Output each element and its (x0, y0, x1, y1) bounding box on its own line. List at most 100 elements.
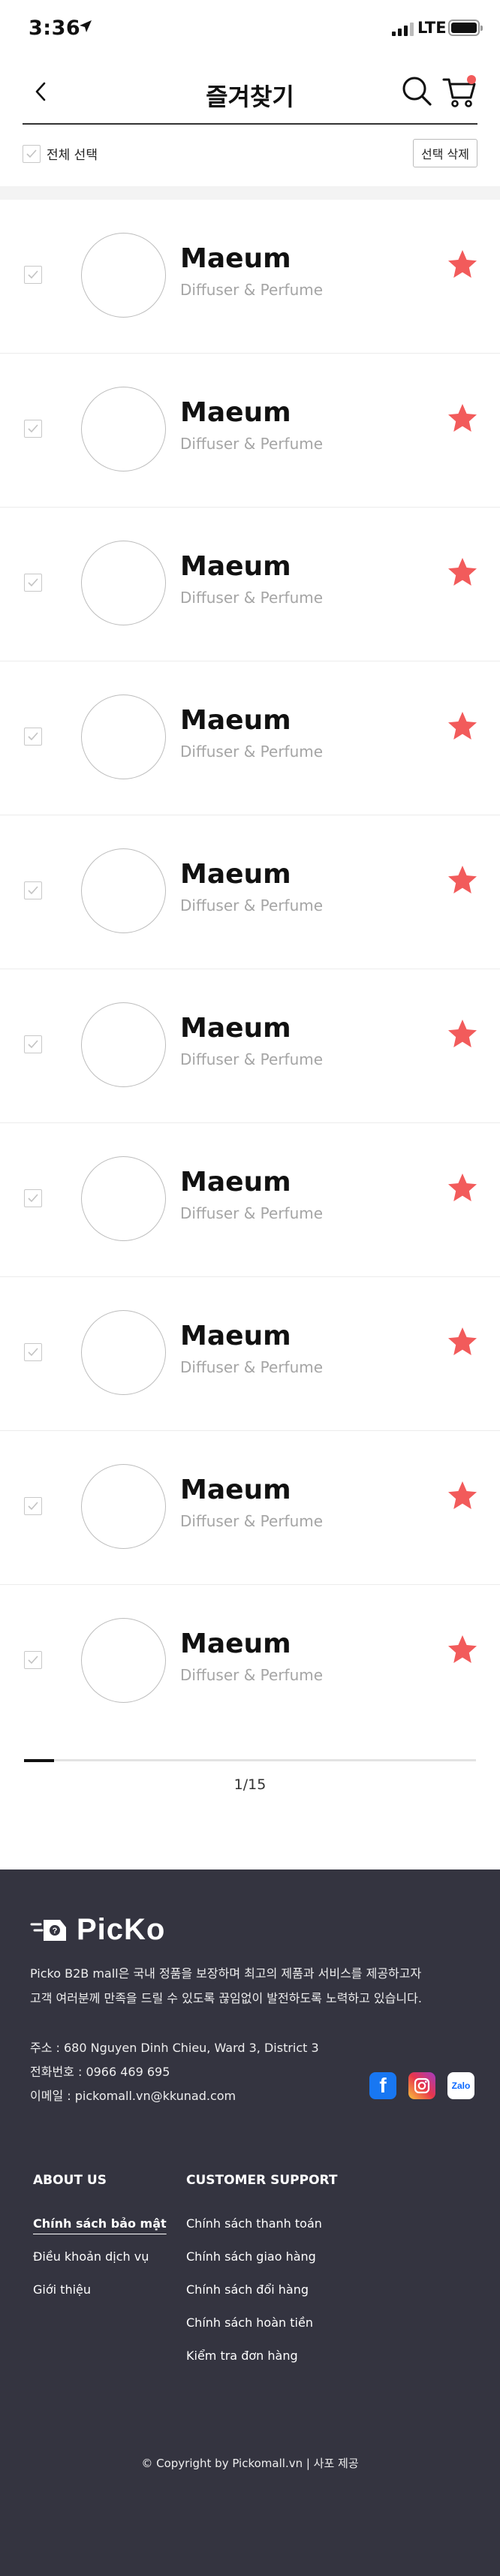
brand-category: Diffuser & Perfume (180, 743, 324, 761)
favorite-star-button[interactable] (446, 1171, 479, 1204)
star-icon (448, 1481, 477, 1509)
cart-button[interactable] (441, 74, 477, 110)
footer-description-line: Picko B2B mall은 국내 정품을 보장하며 최고의 제품과 서비스를… (30, 1966, 422, 1981)
item-checkbox[interactable] (24, 420, 42, 438)
footer-link-refund[interactable]: Chính sách hoàn tiền (186, 2306, 322, 2339)
footer-address: 주소 : 680 Nguyen Dinh Chieu, Ward 3, Dist… (30, 2041, 319, 2055)
list-item[interactable]: Maeum Diffuser & Perfume (0, 969, 500, 1123)
pagination-progress[interactable] (24, 1758, 476, 1762)
brand-logo[interactable] (81, 1464, 166, 1549)
brand-name[interactable]: Maeum (180, 243, 291, 274)
list-item[interactable]: Maeum Diffuser & Perfume (0, 1585, 500, 1739)
copyright: © Copyright by Pickomall.vn | 사포 제공 (141, 2457, 359, 2470)
brand-name[interactable]: Maeum (180, 1321, 291, 1351)
favorite-star-button[interactable] (446, 1633, 479, 1666)
footer-link-privacy[interactable]: Chính sách bảo mật (33, 2207, 167, 2240)
item-checkbox[interactable] (24, 266, 42, 284)
brand-name[interactable]: Maeum (180, 1013, 291, 1044)
item-checkbox[interactable] (24, 1651, 42, 1669)
footer-contact: 주소 : 680 Nguyen Dinh Chieu, Ward 3, Dist… (30, 2036, 319, 2108)
brand-logo[interactable] (81, 541, 166, 625)
list-item[interactable]: Maeum Diffuser & Perfume (0, 1277, 500, 1431)
footer-link-payment[interactable]: Chính sách thanh toán (186, 2207, 322, 2240)
brand-logo[interactable] (81, 1156, 166, 1241)
footer-phone[interactable]: 전화번호 : 0966 469 695 (30, 2060, 319, 2084)
brand-category: Diffuser & Perfume (180, 896, 324, 914)
brand-category: Diffuser & Perfume (180, 1050, 324, 1068)
footer-link-about[interactable]: Giới thiệu (33, 2273, 167, 2306)
check-icon (28, 732, 38, 741)
item-checkbox[interactable] (24, 1497, 42, 1515)
section-divider (0, 186, 500, 200)
brand-logo[interactable] (81, 233, 166, 318)
search-icon (402, 77, 432, 106)
brand-name[interactable]: Maeum (180, 1475, 291, 1505)
network-label: LTE (417, 19, 447, 37)
item-checkbox[interactable] (24, 1189, 42, 1207)
check-icon (28, 1502, 38, 1511)
brand-logo[interactable] (81, 694, 166, 779)
facebook-icon[interactable]: f (369, 2072, 396, 2099)
brand-logo[interactable] (81, 387, 166, 472)
list-item[interactable]: Maeum Diffuser & Perfume (0, 354, 500, 508)
header: 즐겨찾기 (23, 60, 477, 125)
brand-logo[interactable] (81, 1310, 166, 1395)
svg-text:?: ? (53, 1927, 58, 1936)
pagination-text: 1/15 (233, 1776, 267, 1793)
list-item[interactable]: Maeum Diffuser & Perfume (0, 508, 500, 661)
search-button[interactable] (399, 74, 434, 108)
footer-email[interactable]: 이메일 : pickomall.vn@kkunad.com (30, 2084, 319, 2108)
instagram-icon[interactable] (408, 2072, 435, 2099)
brand-name[interactable]: Maeum (180, 705, 291, 736)
footer-link-order-check[interactable]: Kiểm tra đơn hàng (186, 2339, 322, 2373)
footer-link-exchange[interactable]: Chính sách đổi hàng (186, 2273, 322, 2306)
zalo-icon[interactable]: Zalo (447, 2072, 474, 2099)
select-all-checkbox[interactable] (23, 144, 41, 163)
brand-logo[interactable] (81, 1002, 166, 1087)
list-item[interactable]: Maeum Diffuser & Perfume (0, 1123, 500, 1277)
star-icon (448, 1327, 477, 1355)
brand-name[interactable]: Maeum (180, 397, 291, 428)
footer-link-shipping[interactable]: Chính sách giao hàng (186, 2240, 322, 2273)
brand-name[interactable]: Maeum (180, 1167, 291, 1198)
item-checkbox[interactable] (24, 881, 42, 899)
item-checkbox[interactable] (24, 1343, 42, 1361)
customer-support-links: Chính sách thanh toán Chính sách giao hà… (186, 2207, 322, 2373)
footer-link-terms[interactable]: Điều khoản dịch vụ (33, 2240, 167, 2273)
favorite-star-button[interactable] (446, 402, 479, 435)
check-icon (28, 424, 38, 433)
brand-category: Diffuser & Perfume (180, 1666, 324, 1684)
footer-logo[interactable]: ? PicKo (30, 1913, 165, 1947)
brand-name[interactable]: Maeum (180, 859, 291, 890)
favorite-star-button[interactable] (446, 863, 479, 896)
list-item[interactable]: Maeum Diffuser & Perfume (0, 200, 500, 354)
brand-name[interactable]: Maeum (180, 551, 291, 582)
brand-logo[interactable] (81, 848, 166, 933)
item-checkbox[interactable] (24, 574, 42, 592)
delete-selected-button[interactable]: 선택 삭제 (413, 139, 477, 167)
favorite-star-button[interactable] (446, 710, 479, 743)
list-item[interactable]: Maeum Diffuser & Perfume (0, 661, 500, 815)
pagination-progress-fill (24, 1758, 55, 1762)
brand-logo[interactable] (81, 1618, 166, 1703)
favorite-star-button[interactable] (446, 556, 479, 589)
check-icon (26, 149, 37, 158)
favorite-star-button[interactable] (446, 1325, 479, 1358)
brand-name[interactable]: Maeum (180, 1628, 291, 1659)
favorite-star-button[interactable] (446, 1017, 479, 1050)
select-all-toggle[interactable]: 전체 선택 (23, 144, 98, 163)
favorite-star-button[interactable] (446, 1479, 479, 1512)
footer-logo-text: PicKo (77, 1913, 166, 1946)
status-bar: 3:36 LTE (0, 0, 500, 60)
picko-logo-icon: ? (30, 1919, 66, 1941)
item-checkbox[interactable] (24, 728, 42, 746)
list-item[interactable]: Maeum Diffuser & Perfume (0, 815, 500, 969)
star-icon (448, 1635, 477, 1663)
star-icon (448, 558, 477, 586)
star-icon (448, 866, 477, 893)
favorite-star-button[interactable] (446, 248, 479, 281)
check-icon (28, 886, 38, 895)
list-item[interactable]: Maeum Diffuser & Perfume (0, 1431, 500, 1585)
item-checkbox[interactable] (24, 1035, 42, 1053)
select-bar: 전체 선택 선택 삭제 (23, 126, 477, 179)
